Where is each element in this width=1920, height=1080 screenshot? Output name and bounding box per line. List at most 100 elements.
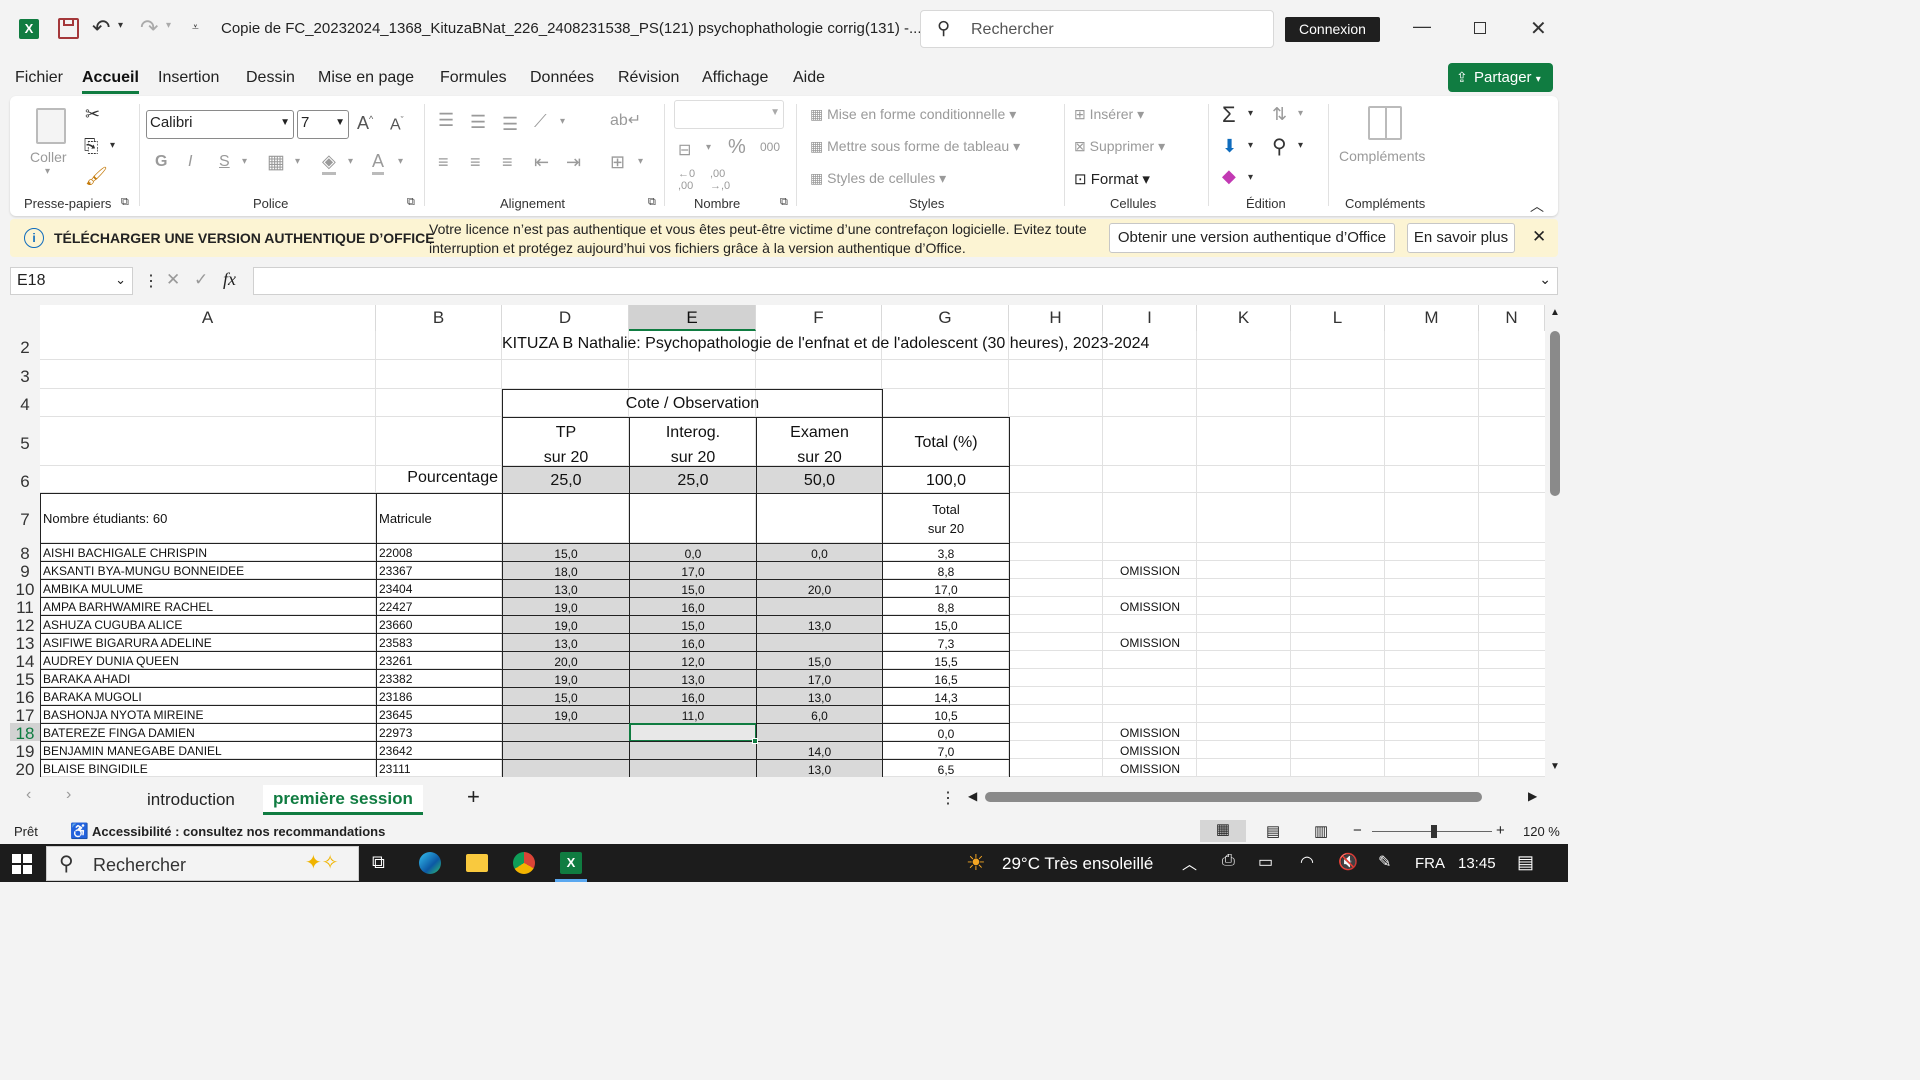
- copy-icon[interactable]: ⎘: [84, 136, 98, 157]
- grade-ex[interactable]: 13,0: [756, 687, 883, 706]
- minimize-icon[interactable]: —: [1413, 16, 1431, 37]
- menu-mise-en-page[interactable]: Mise en page: [318, 69, 414, 87]
- menu-formules[interactable]: Formules: [440, 69, 507, 87]
- align-top-icon[interactable]: ☰: [438, 110, 454, 131]
- signin-button[interactable]: Connexion: [1285, 17, 1380, 42]
- italic-icon[interactable]: I: [188, 153, 192, 171]
- student-name[interactable]: AMPA BARHWAMIRE RACHEL: [40, 597, 377, 616]
- menu-accueil[interactable]: Accueil: [82, 69, 139, 94]
- student-name[interactable]: AKSANTI BYA-MUNGU BONNEIDEE: [40, 561, 377, 580]
- chevron-down-icon[interactable]: ▾: [706, 142, 711, 153]
- horizontal-scrollbar-thumb[interactable]: [985, 792, 1482, 802]
- row-header-19[interactable]: 19: [10, 741, 40, 761]
- more-sheets-icon[interactable]: ⋮: [940, 788, 956, 808]
- observation-badge[interactable]: OMISSION: [1103, 759, 1197, 777]
- grade-ex[interactable]: 17,0: [756, 669, 883, 688]
- selected-cell[interactable]: [629, 723, 757, 742]
- row-header-17[interactable]: 17: [10, 705, 40, 725]
- increase-indent-icon[interactable]: ⇥: [566, 152, 581, 173]
- autosum-icon[interactable]: Σ: [1222, 102, 1236, 128]
- student-matricule[interactable]: 23583: [376, 633, 503, 652]
- observation-badge[interactable]: OMISSION: [1103, 633, 1197, 652]
- grade-ex[interactable]: 0,0: [756, 543, 883, 562]
- cell-styles-button[interactable]: ▦ Styles de cellules ▾: [810, 170, 946, 187]
- add-sheet-icon[interactable]: +: [467, 784, 480, 810]
- col-header-b[interactable]: B: [376, 305, 502, 331]
- col-header-f[interactable]: F: [756, 305, 882, 331]
- taskbar-search-box[interactable]: ⚲ Rechercher ✦✧: [46, 846, 359, 881]
- col-header-n[interactable]: N: [1479, 305, 1545, 331]
- chevron-down-icon[interactable]: ▾: [110, 140, 115, 151]
- close-notice-icon[interactable]: ✕: [1532, 227, 1546, 247]
- grade-int[interactable]: 0,0: [629, 543, 757, 562]
- dialog-launcher-icon[interactable]: ⧉: [121, 196, 129, 209]
- menu-dessin[interactable]: Dessin: [246, 69, 295, 87]
- scroll-thumb[interactable]: [1550, 331, 1560, 496]
- pen-icon[interactable]: ✎: [1378, 852, 1391, 872]
- bold-icon[interactable]: G: [155, 153, 167, 171]
- grade-tp[interactable]: [502, 759, 630, 777]
- chevron-down-icon[interactable]: ▾: [348, 156, 353, 167]
- student-name[interactable]: AISHI BACHIGALE CHRISPIN: [40, 543, 377, 562]
- grade-tp[interactable]: 15,0: [502, 543, 630, 562]
- tab-scroll-left-icon[interactable]: ‹: [26, 786, 31, 804]
- restore-icon[interactable]: [1474, 22, 1486, 34]
- notifications-icon[interactable]: ▤: [1517, 852, 1534, 873]
- fill-color-icon[interactable]: ◈: [322, 151, 336, 175]
- accessibility-status[interactable]: Accessibilité : consultez nos recommanda…: [92, 824, 385, 839]
- row-header-9[interactable]: 9: [10, 561, 40, 581]
- zoom-level[interactable]: 120 %: [1523, 824, 1560, 839]
- page-layout-view-icon[interactable]: ▤: [1266, 822, 1280, 840]
- format-button[interactable]: ⊡ Format ▾: [1074, 170, 1150, 188]
- font-size-select[interactable]: 7 ▼: [297, 110, 349, 139]
- col-header-m[interactable]: M: [1385, 305, 1479, 331]
- file-explorer-icon[interactable]: [466, 854, 488, 872]
- font-color-icon[interactable]: A: [372, 151, 385, 175]
- observation-badge[interactable]: OMISSION: [1103, 597, 1197, 616]
- chevron-down-icon[interactable]: ▾: [1298, 140, 1303, 151]
- student-total[interactable]: 6,5: [882, 759, 1010, 777]
- row-header-12[interactable]: 12: [10, 615, 40, 635]
- student-matricule[interactable]: 23642: [376, 741, 503, 760]
- col-header-e[interactable]: E: [629, 305, 756, 331]
- col-header-i[interactable]: I: [1103, 305, 1197, 331]
- grade-tp[interactable]: 19,0: [502, 669, 630, 688]
- row-header-16[interactable]: 16: [10, 687, 40, 707]
- grade-tp[interactable]: 15,0: [502, 687, 630, 706]
- worksheet-grid[interactable]: A B D E F G H I K L M N 2 3 4 5 6 7 8 9 10 11 12 13…: [10, 305, 1545, 777]
- grade-ex[interactable]: [756, 561, 883, 580]
- grade-int[interactable]: [629, 741, 757, 760]
- fill-handle[interactable]: [752, 738, 758, 744]
- addins-icon[interactable]: [1368, 106, 1402, 140]
- student-total[interactable]: 14,3: [882, 687, 1010, 706]
- hscroll-right-icon[interactable]: ▶: [1528, 789, 1537, 803]
- chevron-down-icon[interactable]: ▾: [1248, 108, 1253, 119]
- grade-int[interactable]: 16,0: [629, 633, 757, 652]
- dialog-launcher-icon[interactable]: ⧉: [780, 196, 788, 209]
- redo-dropdown-icon[interactable]: ▾: [166, 20, 171, 31]
- row-header-14[interactable]: 14: [10, 651, 40, 671]
- row-header-20[interactable]: 20: [10, 759, 40, 777]
- tab-introduction[interactable]: introduction: [147, 790, 235, 810]
- underline-icon[interactable]: S: [219, 153, 230, 171]
- task-view-icon[interactable]: ⧉: [372, 852, 385, 873]
- menu-affichage[interactable]: Affichage: [702, 69, 768, 87]
- table-format-button[interactable]: ▦ Mettre sous forme de tableau ▾: [810, 138, 1020, 155]
- close-icon[interactable]: ✕: [1530, 16, 1547, 41]
- row-header-3[interactable]: 3: [10, 360, 40, 389]
- chevron-down-icon[interactable]: ▾: [1248, 172, 1253, 183]
- tab-premiere-session[interactable]: première session: [263, 785, 423, 815]
- language-indicator[interactable]: FRA: [1415, 855, 1445, 872]
- tab-scroll-right-icon[interactable]: ›: [66, 786, 71, 804]
- student-name[interactable]: BENJAMIN MANEGABE DANIEL: [40, 741, 377, 760]
- grade-tp[interactable]: 13,0: [502, 579, 630, 598]
- expand-formula-icon[interactable]: ⌄: [1539, 271, 1551, 288]
- student-total[interactable]: 3,8: [882, 543, 1010, 562]
- grade-ex[interactable]: 14,0: [756, 741, 883, 760]
- col-header-k[interactable]: K: [1197, 305, 1291, 331]
- cancel-icon[interactable]: ✕: [166, 270, 180, 290]
- undo-icon[interactable]: ↶: [92, 15, 110, 41]
- excel-taskbar-icon[interactable]: X: [560, 852, 582, 874]
- grade-ex[interactable]: 15,0: [756, 651, 883, 670]
- windows-start-icon[interactable]: [12, 854, 32, 874]
